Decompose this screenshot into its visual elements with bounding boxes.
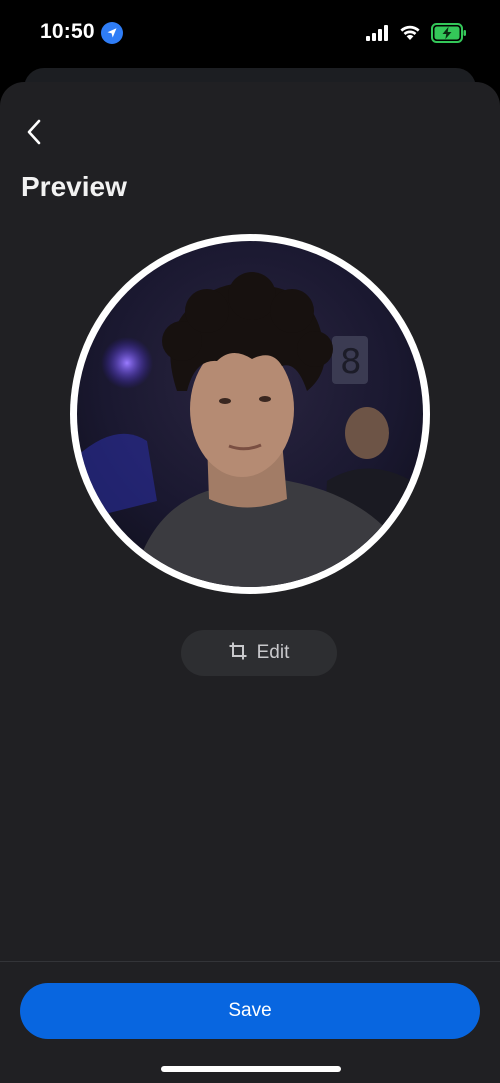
screen: 10:50 Preview 8 Edit Save — [0, 0, 500, 1083]
profile-photo-frame: 8 — [70, 234, 430, 594]
edit-label: Edit — [256, 642, 290, 663]
save-button[interactable]: Save — [20, 983, 480, 1039]
svg-text:8: 8 — [340, 342, 362, 382]
chevron-left-icon — [25, 119, 43, 150]
crop-icon — [229, 642, 247, 665]
page-title: Preview — [21, 171, 127, 202]
save-label: Save — [228, 1000, 272, 1021]
status-bar: 10:50 — [0, 0, 500, 66]
footer-divider — [0, 961, 500, 962]
status-time: 10:50 — [40, 20, 95, 43]
back-button[interactable] — [16, 114, 52, 154]
battery-charging-icon — [431, 23, 467, 48]
location-arrow-icon — [101, 22, 123, 44]
profile-photo: 8 — [77, 241, 423, 587]
wifi-icon — [399, 23, 421, 46]
cellular-signal-icon — [366, 25, 388, 46]
home-indicator — [161, 1066, 341, 1072]
edit-button[interactable]: Edit — [181, 630, 337, 676]
